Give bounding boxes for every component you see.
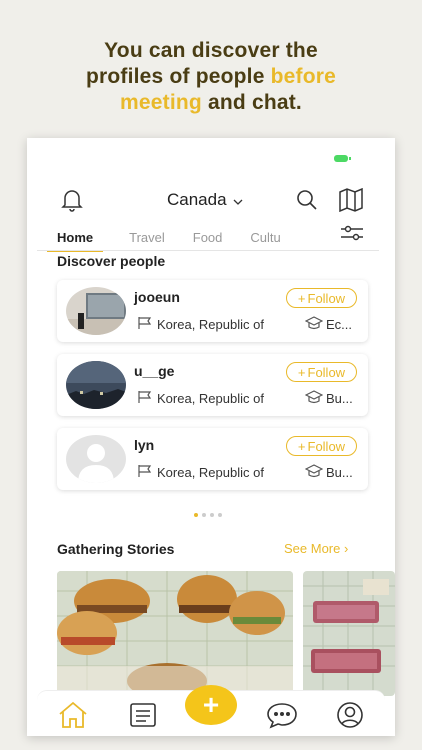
follow-label: Follow: [307, 290, 346, 306]
plus-icon: +: [297, 290, 306, 306]
flag-icon: [137, 316, 153, 333]
tab-travel[interactable]: Travel: [129, 230, 165, 245]
follow-label: Follow: [307, 438, 346, 454]
chat-icon[interactable]: [265, 701, 299, 734]
headline-line2b: before: [270, 65, 337, 88]
headline-line2a: profiles of people: [85, 65, 271, 88]
flag-icon: [137, 464, 153, 481]
pager-dot[interactable]: [210, 513, 214, 517]
username[interactable]: lyn: [134, 437, 154, 453]
username[interactable]: u__ge: [134, 363, 174, 379]
discover-title: Discover people: [57, 253, 166, 269]
graduation-cap-icon: [304, 316, 324, 333]
follow-button[interactable]: + Follow: [286, 362, 357, 382]
carousel-pager: [194, 513, 222, 517]
graduation-cap-icon: [304, 390, 324, 407]
tab-home[interactable]: Home: [46, 230, 104, 252]
avatar[interactable]: [66, 361, 126, 409]
location-label: Canada: [167, 190, 227, 209]
education-info: Bu...: [304, 464, 353, 481]
top-bar: Canada: [27, 186, 395, 218]
person-card[interactable]: u__ge + Follow Korea, Republic of Bu...: [57, 354, 368, 416]
promo-headline: You can discover the profiles of people …: [0, 38, 422, 116]
feed-icon[interactable]: [128, 701, 158, 734]
bottom-navigation: +: [37, 685, 385, 736]
plus-icon: +: [297, 364, 306, 380]
pager-dot[interactable]: [218, 513, 222, 517]
headline-line3b: and chat.: [201, 91, 302, 114]
battery-icon: [334, 155, 351, 162]
phone-screen: Canada Home Travel Food Cultu Discover p…: [27, 138, 395, 736]
add-icon: +: [202, 689, 220, 720]
username[interactable]: jooeun: [134, 289, 180, 305]
story-image: [303, 571, 395, 696]
location-selector[interactable]: Canada: [167, 190, 243, 210]
education-label: Bu...: [326, 465, 353, 480]
add-button[interactable]: +: [185, 685, 237, 725]
education-label: Ec...: [326, 317, 353, 332]
flag-icon: [137, 390, 153, 407]
tab-food[interactable]: Food: [193, 230, 223, 245]
graduation-cap-icon: [304, 464, 324, 481]
story-image: [57, 571, 293, 696]
search-icon[interactable]: [295, 188, 319, 217]
filter-icon[interactable]: [339, 224, 369, 244]
country-info: Korea, Republic of: [137, 464, 264, 481]
see-more-link[interactable]: See More ›: [284, 541, 348, 556]
category-tabs: Home Travel Food Cultu: [37, 224, 387, 252]
home-icon[interactable]: [57, 701, 89, 734]
country-label: Korea, Republic of: [157, 317, 264, 332]
bell-icon[interactable]: [61, 188, 83, 217]
plus-icon: +: [297, 438, 306, 454]
person-card[interactable]: jooeun + Follow Korea, Republic of Ec...: [57, 280, 368, 342]
headline-line3a: meeting: [120, 91, 202, 114]
story-card[interactable]: [303, 571, 395, 696]
country-info: Korea, Republic of: [137, 316, 264, 333]
education-label: Bu...: [326, 391, 353, 406]
country-info: Korea, Republic of: [137, 390, 264, 407]
stories-title: Gathering Stories: [57, 541, 175, 557]
pager-dot[interactable]: [194, 513, 198, 517]
education-info: Ec...: [304, 316, 353, 333]
person-card[interactable]: lyn + Follow Korea, Republic of Bu...: [57, 428, 368, 490]
country-label: Korea, Republic of: [157, 465, 264, 480]
country-label: Korea, Republic of: [157, 391, 264, 406]
map-icon[interactable]: [338, 187, 364, 217]
headline-line1: You can discover the: [104, 39, 318, 62]
story-card[interactable]: [57, 571, 293, 696]
follow-button[interactable]: + Follow: [286, 288, 357, 308]
tab-culture[interactable]: Cultu: [250, 230, 280, 245]
default-avatar-icon[interactable]: [66, 435, 126, 483]
follow-label: Follow: [307, 364, 346, 380]
tab-divider: [37, 250, 379, 251]
chevron-down-icon: [233, 190, 243, 210]
follow-button[interactable]: + Follow: [286, 436, 357, 456]
avatar[interactable]: [66, 287, 126, 335]
education-info: Bu...: [304, 390, 353, 407]
profile-icon[interactable]: [334, 701, 366, 734]
pager-dot[interactable]: [202, 513, 206, 517]
